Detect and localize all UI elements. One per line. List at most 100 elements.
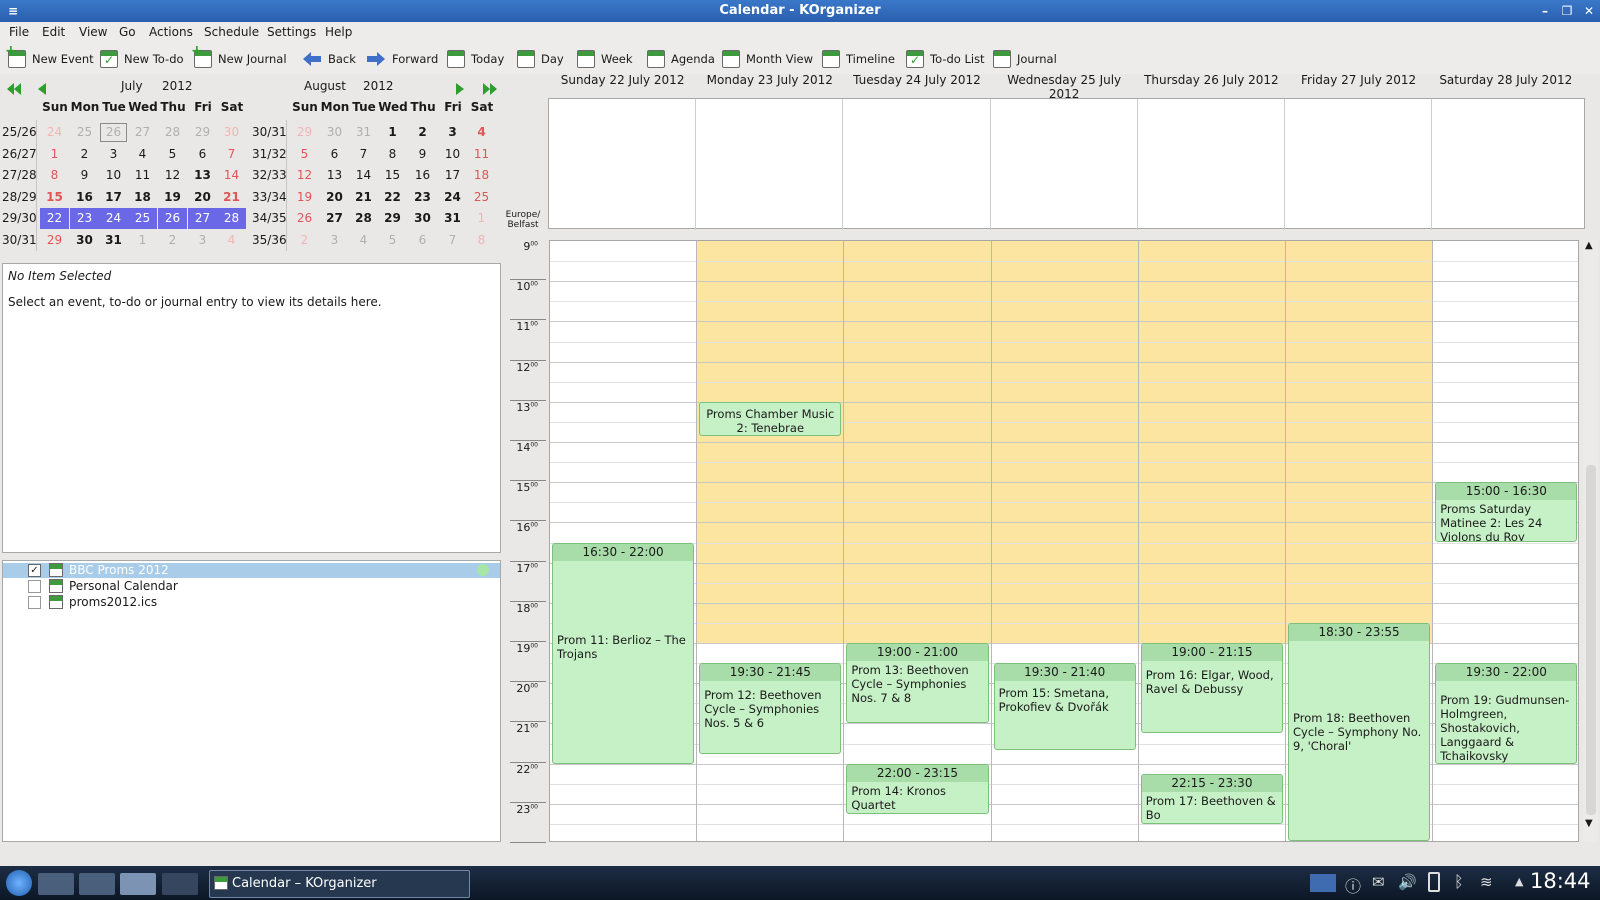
- checkbox-personal[interactable]: [28, 580, 41, 593]
- menu-edit[interactable]: Edit: [42, 25, 65, 39]
- menu-settings[interactable]: Settings: [267, 25, 316, 39]
- new-event-button[interactable]: New Event: [5, 43, 94, 70]
- scroll-up-icon[interactable]: ▲: [1585, 240, 1593, 251]
- clock[interactable]: 18:44: [1530, 869, 1591, 893]
- desktop-pager-3[interactable]: [120, 873, 156, 895]
- menu-go[interactable]: Go: [119, 25, 136, 39]
- calendar-event[interactable]: 19:30 - 21:45 Prom 12: Beethoven Cycle – …: [699, 663, 842, 754]
- taskbar-task-korganizer[interactable]: Calendar – KOrganizer: [209, 870, 470, 898]
- calendar-event[interactable]: 22:15 - 23:30 Prom 17: Beethoven & Bo: [1140, 773, 1283, 824]
- month-view-button[interactable]: Month View: [722, 48, 813, 70]
- volume-icon[interactable]: 🔊: [1398, 873, 1417, 891]
- agenda-scrollbar[interactable]: ▲ ▼: [1583, 240, 1598, 842]
- calendar-event[interactable]: 22:00 - 23:15 Prom 14: Kronos Quartet: [846, 763, 989, 814]
- minimize-icon[interactable]: –: [1536, 2, 1554, 20]
- close-icon[interactable]: ✕: [1580, 2, 1598, 20]
- menu-view[interactable]: View: [79, 25, 107, 39]
- mini-week-number[interactable]: 31/32: [252, 144, 288, 165]
- calendar-event[interactable]: 19:30 - 22:00 Prom 19: Gudmunsen-Holmgree…: [1435, 663, 1578, 764]
- scroll-down-icon[interactable]: ▼: [1585, 818, 1593, 829]
- bluetooth-icon[interactable]: ᛒ: [1454, 872, 1464, 891]
- desktop-pager-4[interactable]: [162, 873, 198, 895]
- mini-week-number[interactable]: 34/35: [252, 208, 288, 229]
- day-header[interactable]: Thursday 26 July 2012: [1138, 73, 1285, 91]
- menu-help[interactable]: Help: [325, 25, 352, 39]
- desktop-pager-1[interactable]: [38, 873, 74, 895]
- column-divider: [1137, 241, 1139, 841]
- agenda-time-grid[interactable]: 16:30 - 22:00 Prom 11: Berlioz – The Troj…: [549, 240, 1579, 842]
- calendar-item-bbc-proms[interactable]: ✓ BBC Proms 2012: [3, 563, 500, 578]
- next-month-icon[interactable]: [455, 82, 465, 96]
- day-header[interactable]: Saturday 28 July 2012: [1432, 73, 1579, 91]
- mini-week-number[interactable]: 30/31: [2, 230, 38, 251]
- today-icon: [447, 50, 465, 68]
- battery-icon[interactable]: [1428, 872, 1440, 892]
- desktop-pager-2[interactable]: [79, 873, 115, 895]
- day-header[interactable]: Friday 27 July 2012: [1285, 73, 1432, 91]
- calendar-event[interactable]: 15:00 - 16:30 Proms Saturday Matinee 2: L…: [1435, 482, 1578, 543]
- agenda-view-button[interactable]: Agenda: [647, 48, 715, 70]
- calendar-event[interactable]: 19:30 - 21:40 Prom 15: Smetana, Prokofiev…: [993, 663, 1136, 751]
- calendar-item-personal[interactable]: Personal Calendar: [3, 579, 500, 594]
- journal-view-button[interactable]: Journal: [993, 48, 1057, 70]
- forward-button[interactable]: Forward: [366, 48, 438, 70]
- mini-day-header: Wed: [128, 100, 158, 114]
- tray-expand-icon[interactable]: ▲: [1515, 875, 1523, 888]
- mini-week-number[interactable]: 27/28: [2, 165, 38, 186]
- mini-year-2[interactable]: 2012: [363, 79, 394, 93]
- calendar-event[interactable]: 18:30 - 23:55 Prom 18: Beethoven Cycle – …: [1288, 622, 1431, 841]
- calendar-event[interactable]: 19:00 - 21:00 Prom 13: Beethoven Cycle – …: [846, 643, 989, 724]
- today-button[interactable]: Today: [447, 48, 504, 70]
- mail-icon[interactable]: ✉: [1372, 873, 1385, 891]
- month-view-icon: [722, 50, 740, 68]
- mini-week-number[interactable]: 25/26: [2, 122, 38, 143]
- event-title: Prom 17: Beethoven & Bo: [1145, 793, 1276, 822]
- mini-week-number[interactable]: 33/34: [252, 187, 288, 208]
- mini-week-number[interactable]: 29/30: [2, 208, 38, 229]
- menu-file[interactable]: File: [9, 25, 29, 39]
- grid-line: [550, 582, 1578, 584]
- calendar-event[interactable]: 19:00 - 21:15 Prom 16: Elgar, Wood, Ravel…: [1140, 643, 1283, 734]
- mini-week-number[interactable]: 26/27: [2, 144, 38, 165]
- info-icon[interactable]: ⓘ: [1345, 873, 1361, 897]
- calendar-event[interactable]: Proms Chamber Music 2: Tenebrae: [699, 401, 842, 436]
- day-header[interactable]: Monday 23 July 2012: [696, 73, 843, 91]
- timeline-view-button[interactable]: Timeline: [822, 48, 895, 70]
- mini-week-number[interactable]: 35/36: [252, 230, 288, 251]
- back-button[interactable]: Back: [302, 48, 356, 70]
- grid-line: [550, 361, 1578, 363]
- week-view-button[interactable]: Week: [577, 48, 633, 70]
- kickoff-launcher-icon[interactable]: [6, 870, 32, 896]
- previous-year-icon[interactable]: [6, 82, 22, 96]
- mini-week-number[interactable]: 28/29: [2, 187, 38, 208]
- hour-label: 1400: [516, 441, 538, 454]
- calendar-item-proms-ics[interactable]: proms2012.ics: [3, 595, 500, 610]
- mini-year-1[interactable]: 2012: [162, 79, 193, 93]
- wifi-icon[interactable]: ≋: [1480, 873, 1493, 891]
- new-todo-button[interactable]: New To-do: [100, 48, 184, 70]
- screen-icon[interactable]: [1310, 874, 1336, 892]
- mini-month-1[interactable]: July: [121, 79, 143, 93]
- calendar-color-swatch[interactable]: [477, 564, 489, 576]
- mini-grid-frame: [36, 120, 245, 251]
- checkbox-bbc-proms[interactable]: ✓: [28, 564, 41, 577]
- menu-schedule[interactable]: Schedule: [204, 25, 259, 39]
- new-journal-button[interactable]: New Journal: [191, 43, 287, 70]
- calendar-event[interactable]: 16:30 - 22:00 Prom 11: Berlioz – The Troj…: [552, 542, 695, 764]
- checkbox-proms-ics[interactable]: [28, 596, 41, 609]
- mini-week-number[interactable]: 32/33: [252, 165, 288, 186]
- all-day-area[interactable]: [548, 98, 1585, 230]
- mini-week-number[interactable]: 30/31: [252, 122, 288, 143]
- day-header[interactable]: Sunday 22 July 2012: [549, 73, 696, 91]
- hour-label: 1700: [516, 561, 538, 575]
- maximize-icon[interactable]: ❐: [1558, 2, 1576, 20]
- previous-month-icon[interactable]: [37, 82, 47, 96]
- todo-list-button[interactable]: To-do List: [906, 48, 985, 70]
- scrollbar-thumb[interactable]: [1586, 465, 1596, 815]
- mini-month-2[interactable]: August: [304, 79, 346, 93]
- day-header[interactable]: Wednesday 25 July 2012: [991, 73, 1138, 101]
- menu-actions[interactable]: Actions: [149, 25, 193, 39]
- day-view-button[interactable]: Day: [517, 48, 564, 70]
- next-year-icon[interactable]: [482, 82, 498, 96]
- day-header[interactable]: Tuesday 24 July 2012: [843, 73, 990, 91]
